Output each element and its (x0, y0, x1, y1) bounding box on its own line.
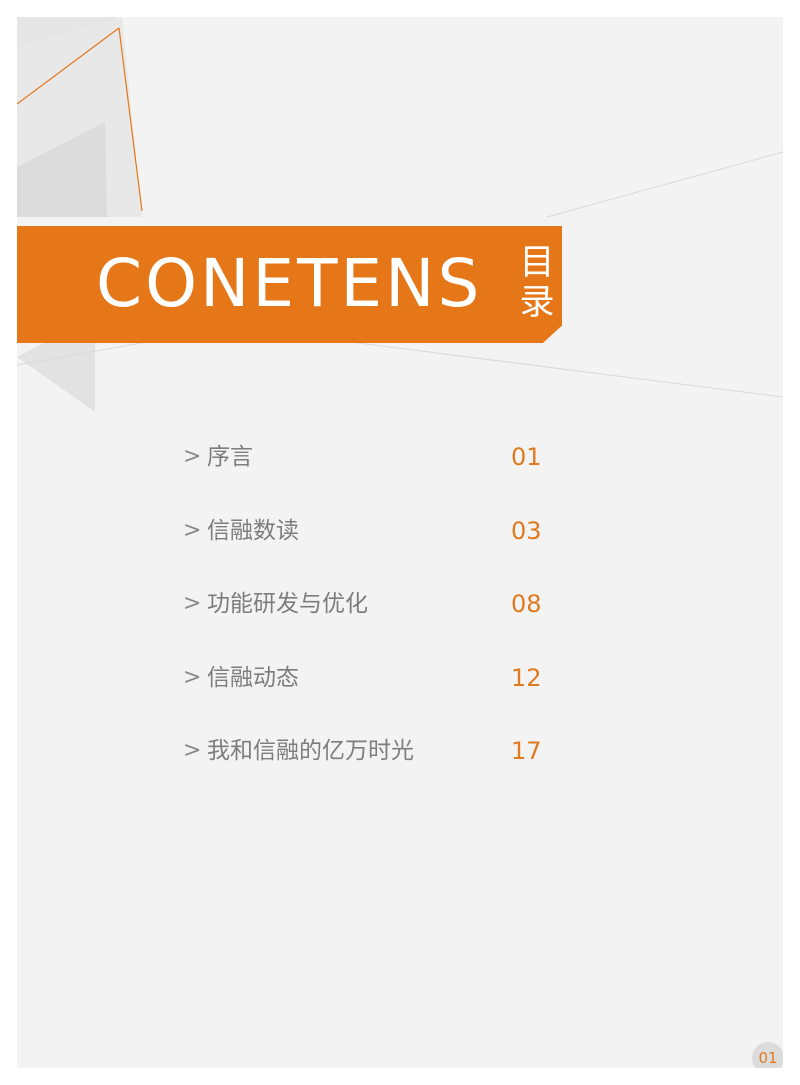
document-page: CONETENS 目录 > 序言 01 > 信融数读 03 > 功能研发与优化 … (17, 17, 783, 1068)
toc-item-label: 信融动态 (207, 664, 299, 691)
banner-subtitle: 目录 (519, 243, 555, 323)
toc-item-label: 功能研发与优化 (207, 591, 368, 617)
toc-item-news[interactable]: > 信融动态 12 (183, 658, 563, 732)
banner-title: CONETENS (96, 245, 483, 322)
toc-item-page: 01 (511, 443, 542, 471)
toc-item-label: 信融数读 (207, 517, 299, 544)
toc-item-label: 我和信融的亿万时光 (207, 738, 414, 764)
table-of-contents: > 序言 01 > 信融数读 03 > 功能研发与优化 08 > 信融动态 12… (183, 437, 563, 805)
chevron-right-icon: > (183, 591, 202, 616)
chevron-right-icon: > (183, 664, 202, 690)
chevron-right-icon: > (183, 444, 202, 469)
toc-item-page: 08 (511, 590, 542, 618)
toc-item-data-reading[interactable]: > 信融数读 03 (183, 511, 563, 585)
toc-item-feature-development[interactable]: > 功能研发与优化 08 (183, 584, 563, 658)
chevron-right-icon: > (183, 517, 202, 543)
toc-item-stories[interactable]: > 我和信融的亿万时光 17 (183, 731, 563, 805)
page-number-badge: 01 (752, 1042, 783, 1068)
toc-item-page: 03 (511, 516, 542, 545)
toc-item-label: 序言 (207, 444, 253, 470)
chevron-right-icon: > (183, 738, 202, 763)
toc-item-page: 17 (511, 737, 542, 765)
toc-item-preface[interactable]: > 序言 01 (183, 437, 563, 511)
deco-gray-line-1 (546, 151, 783, 218)
toc-item-page: 12 (511, 663, 542, 692)
